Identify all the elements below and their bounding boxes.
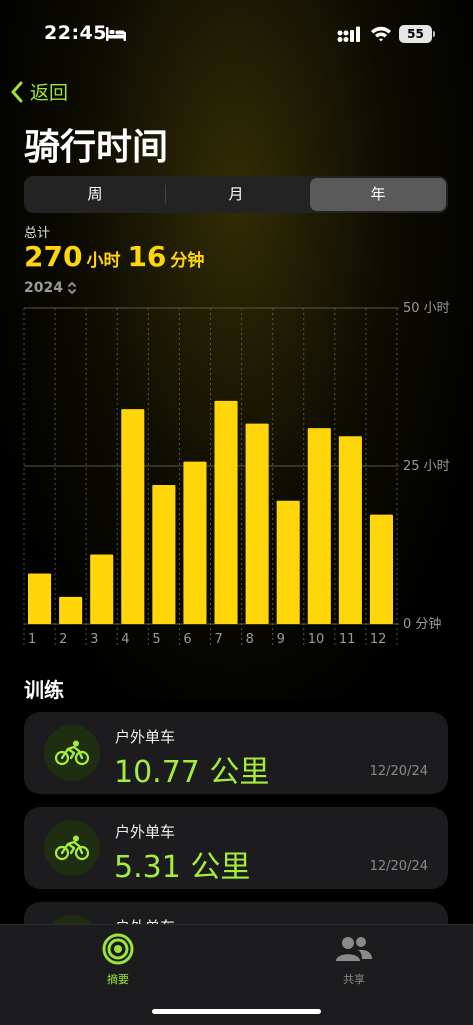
chart-bar bbox=[338, 436, 362, 624]
tab-month[interactable]: 月 bbox=[167, 178, 305, 211]
x-tick-label: 7 bbox=[215, 632, 223, 647]
chart-bar bbox=[276, 500, 300, 624]
ride-time-bar-chart: 1 2 3 4 5 6 7 8 9 10 11 1250 小时25 小时0 分钟 bbox=[23, 301, 450, 647]
cycling-icon-badge bbox=[44, 725, 100, 781]
chart-bar bbox=[214, 400, 238, 624]
x-tick-label: 3 bbox=[90, 632, 98, 647]
x-tick-label: 12 bbox=[370, 632, 387, 647]
y-tick-label: 25 小时 bbox=[403, 459, 450, 474]
activity-rings-icon bbox=[102, 933, 134, 965]
bed-icon bbox=[106, 27, 126, 41]
x-tick-label: 5 bbox=[152, 632, 160, 647]
chart-bar bbox=[183, 461, 207, 624]
x-tick-label: 9 bbox=[277, 632, 285, 647]
back-label: 返回 bbox=[30, 82, 69, 104]
wifi-icon bbox=[371, 26, 391, 42]
workout-date: 12/20/24 bbox=[369, 859, 428, 874]
tab-year[interactable]: 年 bbox=[310, 178, 446, 211]
chart-bar bbox=[121, 409, 145, 624]
tab-week[interactable]: 周 bbox=[26, 178, 164, 211]
segment-divider bbox=[165, 185, 166, 204]
chart-bar bbox=[152, 484, 176, 624]
x-tick-label: 11 bbox=[339, 632, 356, 647]
x-tick-label: 10 bbox=[308, 632, 325, 647]
x-tick-label: 8 bbox=[246, 632, 254, 647]
tab-sharing-label: 共享 bbox=[343, 973, 365, 986]
workout-card[interactable]: 户外单车 5.31 公里 12/20/24 bbox=[24, 807, 448, 889]
total-hours: 270 bbox=[24, 240, 83, 273]
total-minutes: 16 bbox=[127, 240, 167, 273]
battery-nub bbox=[433, 31, 435, 37]
period-segmented-control: 周 月 年 bbox=[24, 176, 448, 213]
tab-summary-label: 摘要 bbox=[107, 973, 129, 986]
total-label: 总计 bbox=[24, 226, 51, 241]
y-tick-label: 50 小时 bbox=[403, 301, 450, 316]
x-tick-label: 4 bbox=[121, 632, 129, 647]
workout-card[interactable]: 户外单车 10.77 公里 12/20/24 bbox=[24, 712, 448, 794]
chart-bar bbox=[90, 554, 114, 624]
people-icon bbox=[336, 937, 372, 961]
tab-sharing[interactable]: 共享 bbox=[314, 933, 394, 987]
y-tick-label: 0 分钟 bbox=[403, 616, 441, 632]
workout-distance: 10.77 公里 bbox=[114, 755, 270, 790]
cycling-icon bbox=[55, 835, 89, 861]
workouts-section-title: 训练 bbox=[24, 678, 64, 702]
year-picker[interactable]: 2024 bbox=[24, 280, 77, 296]
year-label: 2024 bbox=[24, 280, 63, 296]
home-indicator bbox=[152, 1009, 321, 1014]
x-tick-label: 6 bbox=[183, 632, 191, 647]
page-title: 骑行时间 bbox=[24, 127, 169, 168]
tab-summary[interactable]: 摘要 bbox=[78, 933, 158, 987]
chart-bar bbox=[59, 596, 83, 624]
x-tick-label: 1 bbox=[28, 632, 36, 647]
workout-title: 户外单车 bbox=[115, 823, 176, 841]
chevron-left-icon bbox=[11, 81, 23, 102]
minutes-unit: 分钟 bbox=[170, 251, 205, 271]
workout-distance: 5.31 公里 bbox=[114, 850, 251, 885]
workout-date: 12/20/24 bbox=[369, 764, 428, 779]
chart-bar bbox=[28, 573, 52, 624]
cellular-signal-icon bbox=[337, 26, 360, 42]
total-value: 270 小时 16 分钟 bbox=[24, 240, 211, 273]
battery-indicator: 55 bbox=[399, 25, 432, 43]
chart-bar bbox=[369, 514, 393, 624]
back-button[interactable]: 返回 bbox=[10, 78, 68, 105]
chart-bar bbox=[307, 428, 331, 624]
chevron-up-down-icon bbox=[68, 282, 76, 294]
hours-unit: 小时 bbox=[86, 251, 121, 271]
chart-bar bbox=[245, 423, 269, 624]
cycling-icon bbox=[55, 740, 89, 766]
workout-title: 户外单车 bbox=[115, 728, 176, 746]
status-time: 22:45 bbox=[44, 22, 107, 44]
cycling-icon-badge bbox=[44, 820, 100, 876]
x-tick-label: 2 bbox=[59, 632, 67, 647]
